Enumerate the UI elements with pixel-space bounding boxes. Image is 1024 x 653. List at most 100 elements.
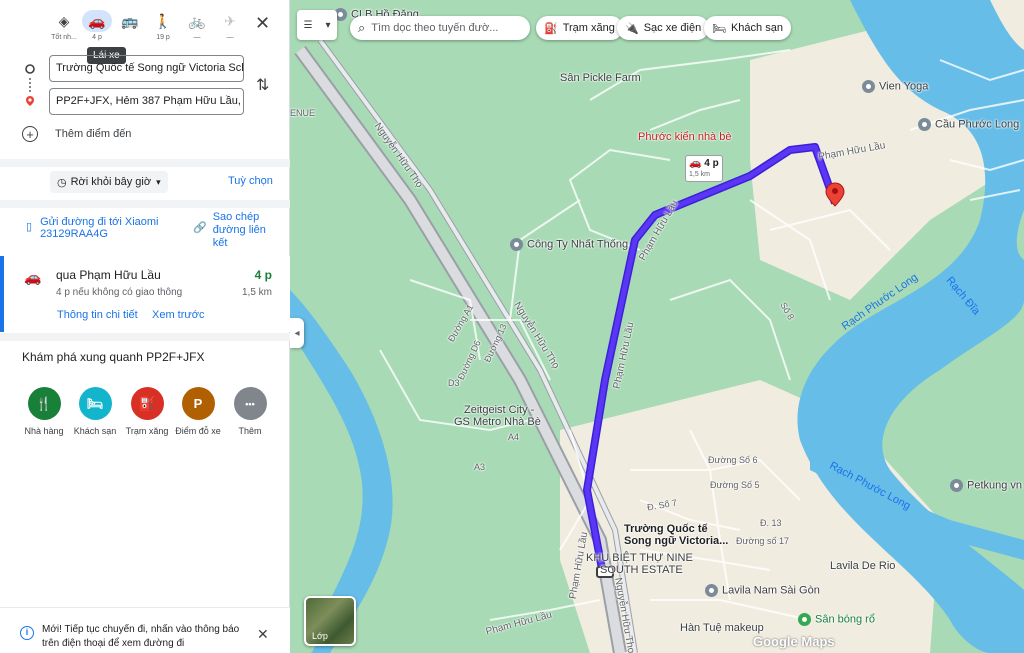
map-label-pickle[interactable]: Sân Pickle Farm [560, 72, 641, 84]
destination-input[interactable]: PP2F+JFX, Hẻm 387 Phạm Hữu Lầu, Nhà [49, 88, 244, 115]
chip-gas-station[interactable]: ⛽ Trạm xăng [536, 16, 623, 40]
map-label-d13: Đ. 13 [760, 518, 782, 528]
layer-toggle-button[interactable]: Lớp [304, 596, 356, 646]
route-dist-value: 1,5 km [689, 171, 711, 178]
map-label-zeitgeist-1[interactable]: Zeitgeist City - [464, 404, 534, 416]
map-label-a4: A4 [508, 432, 520, 442]
depart-time-dropdown[interactable]: ◷ Rời khỏi bây giờ ▾ [50, 171, 168, 193]
map-search-box[interactable]: ⌕ Tìm dọc theo tuyến đườ... [350, 16, 530, 40]
map-label-cau-phuoc-long[interactable]: Cầu Phước Long [935, 118, 1019, 130]
mode-cycling[interactable]: 🚲 — [180, 10, 214, 42]
restaurant-icon: 🍴 [27, 387, 61, 420]
mode-driving-label: 4 p [92, 34, 102, 41]
close-directions-icon[interactable]: ✕ [255, 13, 270, 34]
map-label-vien-yoga[interactable]: Vien Yoga [879, 80, 928, 92]
depart-label: Rời khỏi bây giờ [70, 176, 152, 188]
mode-flight-label: — [226, 34, 234, 41]
hotel-bed-icon: 🛏 [712, 22, 726, 35]
map-label-so17: Đường số 17 [736, 536, 789, 546]
category-parking[interactable]: P Điểm đỗ xe [172, 387, 224, 436]
route-options-link[interactable]: Tuỳ chọn [228, 175, 273, 187]
map-label-han-tue[interactable]: Hàn Tuệ makeup [680, 622, 764, 634]
link-icon: 🔗 [193, 222, 207, 234]
plus-circle-icon: + [22, 126, 38, 142]
route-name: qua Phạm Hữu Lầu [56, 268, 161, 282]
map-label-san-bong[interactable]: Sân bóng rổ [815, 613, 875, 625]
map-label-petkung[interactable]: Petkung vn [967, 479, 1022, 491]
map-label-phuoc-kien[interactable]: Phước kiển nhà bè [638, 131, 731, 143]
map-label-truong-1[interactable]: Trường Quốc tế [624, 523, 708, 535]
notice-text: Mới! Tiếp tục chuyến đi, nhấn vào thông … [42, 624, 240, 649]
send-to-phone-label: Gửi đường đi tới Xiaomi 23129RAA4G [40, 216, 159, 240]
category-restaurant-label: Nhà hàng [24, 426, 64, 436]
swap-waypoints-icon[interactable]: ⇅ [256, 75, 269, 95]
hotel-icon: 🛏 [78, 387, 112, 420]
category-hotel-label: Khách sạn [73, 426, 117, 436]
mode-walking[interactable]: 🚶 19 p [146, 10, 180, 42]
route-subtitle: 4 p nếu không có giao thông [56, 287, 183, 298]
mode-best-label: Tốt nh... [51, 34, 77, 41]
phone-notice-banner[interactable]: i Mới! Tiếp tục chuyến đi, nhấn vào thôn… [0, 607, 290, 653]
mode-driving[interactable]: 🚗 4 p [80, 10, 114, 41]
menu-dropdown-icon: ▾ [325, 19, 331, 31]
map-menu-button[interactable]: ☰ ▾ [297, 10, 337, 40]
mode-best[interactable]: ◈ Tốt nh... [47, 10, 81, 42]
origin-input[interactable]: Trường Quốc tế Song ngữ Victoria Schoo [49, 55, 244, 82]
map-label-d3: D3 [448, 378, 460, 388]
collapse-panel-button[interactable]: ◂ [290, 318, 304, 348]
category-hotel[interactable]: 🛏 Khách sạn [69, 387, 121, 436]
category-gas-label: Trạm xăng [125, 426, 169, 436]
clock-icon: ◷ [57, 176, 67, 189]
map-label-truong-2[interactable]: Song ngữ Victoria... [624, 535, 728, 547]
travel-mode-bar: ◈ Tốt nh... 🚗 4 p 🚌 🚶 19 p 🚲 — ✈ — ✕ [0, 0, 290, 52]
map-canvas[interactable]: CLB Hồ Đăng Sân Pickle Farm Phước kiển n… [290, 0, 1024, 653]
layer-label: Lớp [312, 631, 328, 641]
chip-hotel-label: Khách sạn [730, 22, 783, 34]
route-details-link[interactable]: Thông tin chi tiết [57, 309, 138, 321]
chip-ev-charging[interactable]: 🔌 Sạc xe điện [617, 16, 710, 40]
map-label-khu-biet-thu-2[interactable]: SOUTH ESTATE [600, 564, 683, 576]
gas-pump-icon: ⛽ [544, 22, 558, 35]
chevron-down-icon: ▾ [156, 176, 161, 187]
route-time-badge[interactable]: 🚗 4 p 1,5 km [685, 155, 723, 182]
destination-pin-icon [26, 96, 34, 106]
bus-icon: 🚌 [121, 12, 139, 29]
category-more[interactable]: ••• Thêm [224, 387, 276, 436]
map-label-khu-biet-thu-1[interactable]: KHU BIỆT THỰ NINE [586, 552, 693, 564]
chip-hotel[interactable]: 🛏 Khách sạn [704, 16, 791, 40]
send-to-phone-link[interactable]: ▯ Gửi đường đi tới Xiaomi 23129RAA4G [26, 216, 186, 240]
route-option-card[interactable]: 🚗 qua Phạm Hữu Lầu 4 p 4 p nếu không có … [0, 256, 290, 332]
more-icon: ••• [233, 387, 267, 420]
plane-icon: ✈ [224, 12, 236, 29]
car-icon: 🚗 [82, 10, 112, 32]
close-icon[interactable]: ✕ [257, 626, 269, 643]
car-icon: 🚗 [24, 269, 42, 285]
chip-gas-label: Trạm xăng [562, 22, 615, 34]
copy-link-label: Sao chép đường liên kết [212, 211, 266, 249]
waypoint-connector [29, 78, 31, 92]
map-search-placeholder: Tìm dọc theo tuyến đườ... [371, 22, 499, 34]
chevron-left-icon: ◂ [294, 327, 300, 339]
mode-transit[interactable]: 🚌 [113, 10, 147, 34]
map-label-lavila-ns[interactable]: Lavila Nam Sài Gòn [722, 584, 820, 596]
map-label-lavila-rio[interactable]: Lavila De Rio [830, 560, 895, 572]
google-maps-logo: Google Maps [753, 634, 835, 649]
map-label-so6: Đường Số 6 [708, 455, 758, 465]
category-parking-label: Điểm đỗ xe [175, 426, 221, 436]
copy-link-button[interactable]: 🔗 Sao chép đường liên kết [193, 211, 283, 250]
map-label-cong-ty[interactable]: Công Ty Nhất Thống [527, 238, 628, 250]
gas-station-icon: ⛽ [130, 387, 164, 420]
mode-flight[interactable]: ✈ — [213, 10, 247, 42]
divider [0, 159, 290, 167]
route-preview-link[interactable]: Xem trước [152, 309, 204, 321]
category-restaurant[interactable]: 🍴 Nhà hàng [18, 387, 70, 436]
bike-icon: 🚲 [188, 12, 206, 29]
category-gas[interactable]: ⛽ Trạm xăng [121, 387, 173, 436]
ev-charging-icon: 🔌 [625, 22, 639, 35]
divider [0, 200, 290, 208]
add-destination-button[interactable]: + Thêm điểm đến [22, 126, 131, 142]
map-label-zeitgeist-2[interactable]: GS Metro Nhà Bè [454, 416, 541, 428]
route-time-value: 4 p [704, 158, 719, 169]
search-icon: ⌕ [358, 20, 366, 35]
category-more-label: Thêm [238, 426, 262, 436]
